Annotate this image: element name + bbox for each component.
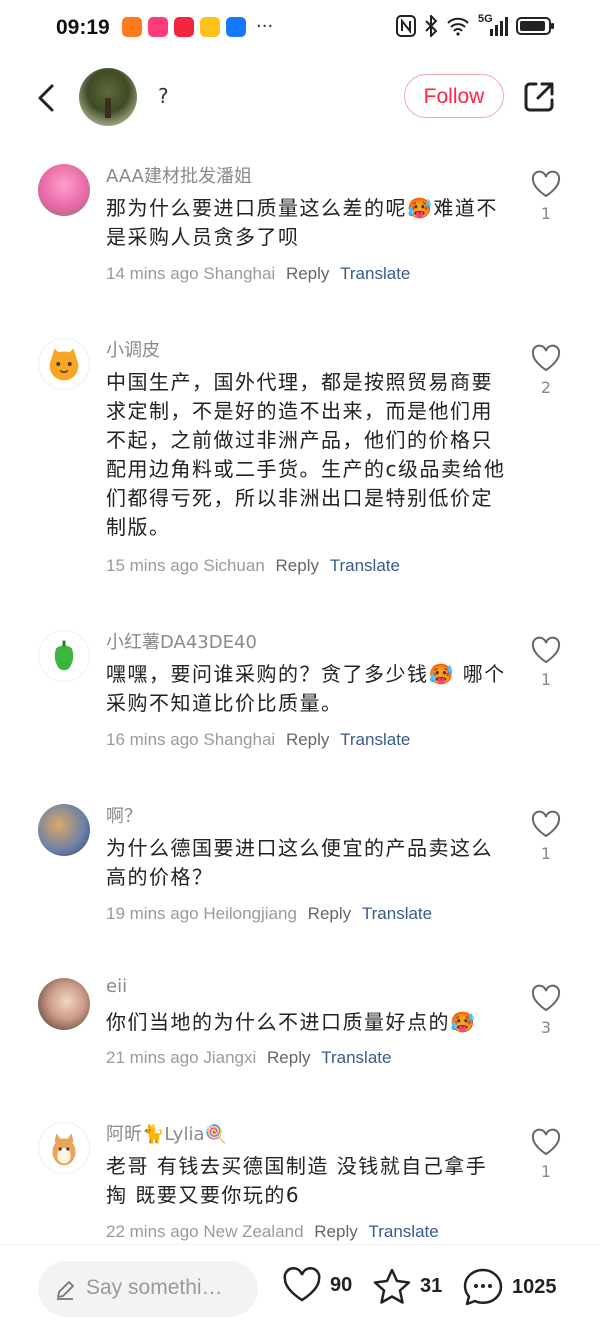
pen-icon	[57, 1281, 74, 1300]
comment-total: 1025	[512, 1275, 557, 1298]
app-red-icon	[174, 17, 194, 37]
comment-username[interactable]: 小调皮	[106, 336, 160, 362]
heart-icon[interactable]	[530, 636, 562, 664]
comment-time: 16 mins ago	[106, 730, 199, 749]
notification-icons: ···	[122, 17, 273, 37]
user-avatar[interactable]	[38, 338, 90, 390]
like-count: 2	[540, 378, 552, 397]
cat-face-icon	[49, 348, 79, 381]
like-count: 3	[540, 1018, 552, 1037]
like-button[interactable]: 90	[282, 1267, 352, 1303]
comment-username[interactable]: AAA建材批发潘姐	[106, 162, 252, 188]
like-total: 90	[330, 1273, 353, 1296]
comment-text[interactable]: 嘿嘿，要问谁采购的？贪了多少钱🥵 哪个采购不知道比价比质量。	[106, 660, 506, 718]
heart-icon	[283, 1267, 321, 1302]
comment-username[interactable]: 阿昕🐈Lylia🍭	[106, 1120, 227, 1146]
favorite-total: 31	[420, 1274, 443, 1297]
status-bar: 09:19 ··· 5G	[0, 0, 600, 58]
pepper-icon	[54, 640, 74, 671]
comment-meta: 21 mins ago Jiangxi Reply Translate	[106, 1048, 391, 1068]
comment-time: 21 mins ago	[106, 1048, 199, 1067]
reply-button[interactable]: Reply	[286, 264, 329, 283]
like-count: 1	[540, 844, 552, 863]
translate-button[interactable]: Translate	[340, 264, 410, 283]
battery-icon	[516, 17, 554, 35]
comment-time: 22 mins ago	[106, 1222, 199, 1241]
comment-text[interactable]: 为什么德国要进口这么便宜的产品卖这么高的价格？	[106, 834, 506, 892]
system-icons: 5G	[396, 13, 556, 37]
favorite-button[interactable]: 31	[372, 1267, 442, 1305]
comment-meta: 15 mins ago Sichuan Reply Translate	[106, 556, 400, 576]
comment-time: 14 mins ago	[106, 264, 199, 283]
translate-button[interactable]: Translate	[340, 730, 410, 749]
back-icon[interactable]	[32, 78, 62, 118]
more-notifications-icon: ···	[256, 16, 274, 37]
heart-icon[interactable]	[530, 170, 562, 198]
translate-button[interactable]: Translate	[330, 556, 400, 575]
comment-meta: 22 mins ago New Zealand Reply Translate	[106, 1222, 439, 1242]
heart-icon[interactable]	[530, 984, 562, 1012]
translate-button[interactable]: Translate	[368, 1222, 438, 1241]
app-yellow-icon	[200, 17, 220, 37]
share-icon[interactable]	[522, 80, 556, 114]
comment-username[interactable]: 啊？	[106, 802, 142, 828]
wifi-icon	[447, 17, 469, 36]
comment-location: Jiangxi	[203, 1048, 257, 1067]
bottom-bar: Say somethi… 90 31 1025	[0, 1244, 600, 1334]
header: ? Follow	[0, 58, 600, 136]
shiba-dog-icon	[52, 1133, 76, 1166]
heart-icon[interactable]	[530, 810, 562, 838]
comment-text[interactable]: 老哥 有钱去买德国制造 没钱就自己拿手掏 既要又要你玩的6	[106, 1152, 506, 1210]
comment-text[interactable]: 那为什么要进口质量这么差的呢🥵难道不是采购人员贪多了呗	[106, 194, 506, 252]
user-avatar[interactable]	[38, 164, 90, 216]
signal-icon: 5G	[478, 13, 508, 37]
comment-username[interactable]: eii	[106, 976, 127, 997]
author-name[interactable]: ?	[158, 84, 169, 108]
user-avatar[interactable]	[38, 804, 90, 856]
bluetooth-icon	[425, 15, 438, 37]
comment-location: Heilongjiang	[203, 904, 297, 923]
reply-button[interactable]: Reply	[276, 556, 319, 575]
like-count: 1	[540, 670, 552, 689]
translate-button[interactable]: Translate	[362, 904, 432, 923]
comment-location: Shanghai	[203, 730, 276, 749]
comment-meta: 14 mins ago Shanghai Reply Translate	[106, 264, 410, 284]
comment-username[interactable]: 小红薯DA43DE40	[106, 628, 257, 654]
comment-location: Shanghai	[203, 264, 276, 283]
user-avatar[interactable]	[38, 630, 90, 682]
comment-input[interactable]: Say somethi…	[38, 1261, 258, 1317]
comment-bubble-icon	[463, 1268, 503, 1306]
author-avatar[interactable]	[79, 68, 137, 126]
heart-icon[interactable]	[530, 1128, 562, 1156]
taobao-icon	[122, 17, 142, 37]
translate-button[interactable]: Translate	[321, 1048, 391, 1067]
heart-icon[interactable]	[530, 344, 562, 372]
comment-meta: 19 mins ago Heilongjiang Reply Translate	[106, 904, 432, 924]
star-icon	[373, 1268, 411, 1304]
alipay-icon	[226, 17, 246, 37]
reply-button[interactable]: Reply	[308, 904, 351, 923]
reply-button[interactable]: Reply	[286, 730, 329, 749]
reply-button[interactable]: Reply	[267, 1048, 310, 1067]
user-avatar[interactable]	[38, 978, 90, 1030]
comment-text[interactable]: 中国生产，国外代理，都是按照贸易商要求定制，不是好的造不出来，而是他们用不起，之…	[106, 368, 506, 542]
comment-input-placeholder: Say somethi…	[86, 1276, 223, 1299]
status-time: 09:19	[56, 16, 110, 39]
comment-button[interactable]: 1025	[462, 1267, 557, 1307]
comment-location: Sichuan	[203, 556, 265, 575]
like-count: 1	[540, 1162, 552, 1181]
comment-time: 19 mins ago	[106, 904, 199, 923]
like-count: 1	[540, 204, 552, 223]
reply-button[interactable]: Reply	[314, 1222, 357, 1241]
comment-time: 15 mins ago	[106, 556, 199, 575]
follow-button[interactable]: Follow	[404, 74, 504, 118]
app-pink-icon	[148, 17, 168, 37]
user-avatar[interactable]	[38, 1122, 90, 1174]
nfc-icon	[396, 15, 416, 37]
comment-text[interactable]: 你们当地的为什么不进口质量好点的🥵	[106, 1008, 506, 1037]
comment-location: New Zealand	[203, 1222, 304, 1241]
comment-meta: 16 mins ago Shanghai Reply Translate	[106, 730, 410, 750]
